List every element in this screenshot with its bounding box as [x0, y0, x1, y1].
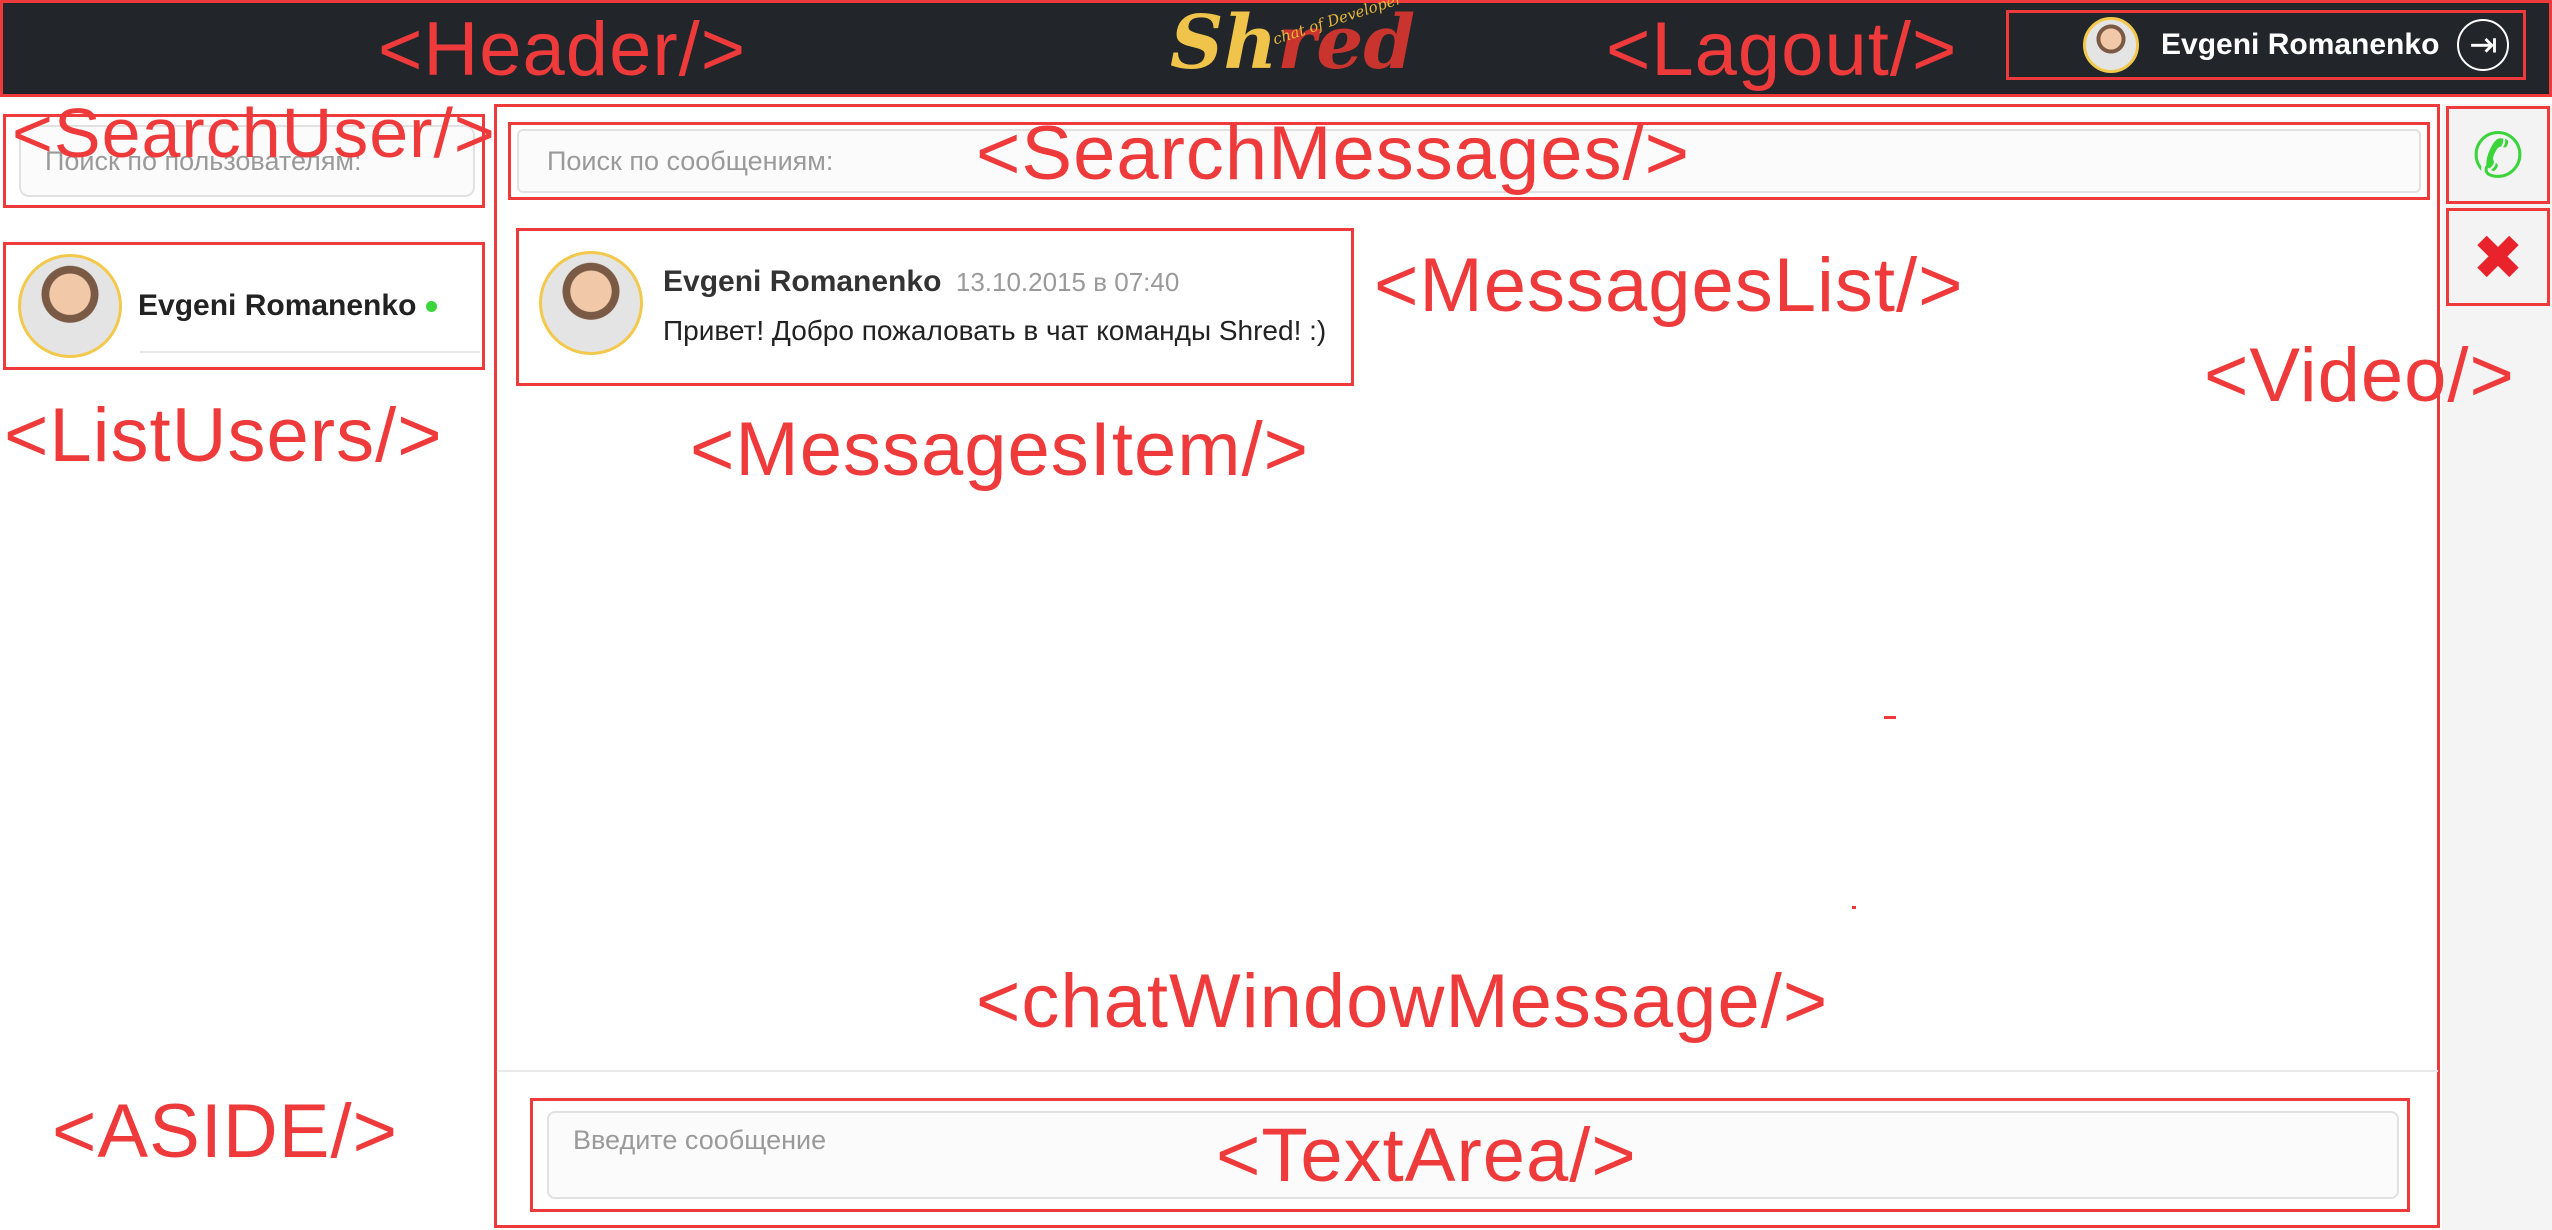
user-list-item[interactable]: Evgeni Romanenko — [6, 254, 438, 358]
annotation-search-messages: <SearchMessages/> — [976, 111, 1691, 196]
phone-icon: ✆ — [2472, 121, 2524, 191]
user-avatar — [2083, 17, 2139, 73]
message-author: Evgeni Romanenko — [663, 265, 942, 298]
message-body: Evgeni Romanenko 13.10.2015 в 07:40 Прив… — [663, 265, 1326, 347]
current-user-name: Evgeni Romanenko — [2161, 28, 2440, 61]
user-list-name: Evgeni Romanenko — [138, 289, 417, 322]
composer-divider — [498, 1070, 2438, 1072]
online-status-dot — [426, 300, 438, 312]
annotation-messages-item: <MessagesItem/> — [690, 407, 1310, 492]
message-text: Привет! Добро пожаловать в чат команды S… — [663, 315, 1327, 346]
message-item: Evgeni Romanenko 13.10.2015 в 07:40 Прив… — [516, 228, 1354, 386]
annotation-search-user: <SearchUser/> — [12, 94, 496, 172]
logout-icon[interactable]: ⇥ — [2457, 19, 2510, 71]
annotation-messages-list: <MessagesList/> — [1374, 243, 1964, 328]
call-button[interactable]: ✆ — [2446, 106, 2550, 204]
annotation-aside: <ASIDE/> — [52, 1089, 398, 1174]
message-avatar — [539, 251, 643, 355]
annotation-textarea: <TextArea/> — [1216, 1113, 1637, 1198]
user-avatar — [18, 254, 122, 358]
annotation-chat-window: <chatWindowMessage/> — [976, 959, 1829, 1044]
annotation-logout: <Lagout/> — [1606, 7, 1958, 92]
hangup-button[interactable]: ✖ — [2446, 208, 2550, 306]
annotation-header: <Header/> — [378, 7, 747, 92]
message-time: 13.10.2015 в 07:40 — [955, 267, 1180, 297]
logout-panel[interactable]: Evgeni Romanenko ⇥ — [2006, 10, 2526, 80]
annotation-video: <Video/> — [2204, 333, 2515, 418]
red-speck — [1852, 906, 1856, 909]
user-list: Evgeni Romanenko — [3, 242, 485, 370]
annotation-list-users: <ListUsers/> — [4, 393, 443, 478]
user-divider — [140, 351, 480, 353]
close-icon: ✖ — [2472, 223, 2524, 293]
red-speck — [1884, 716, 1896, 719]
